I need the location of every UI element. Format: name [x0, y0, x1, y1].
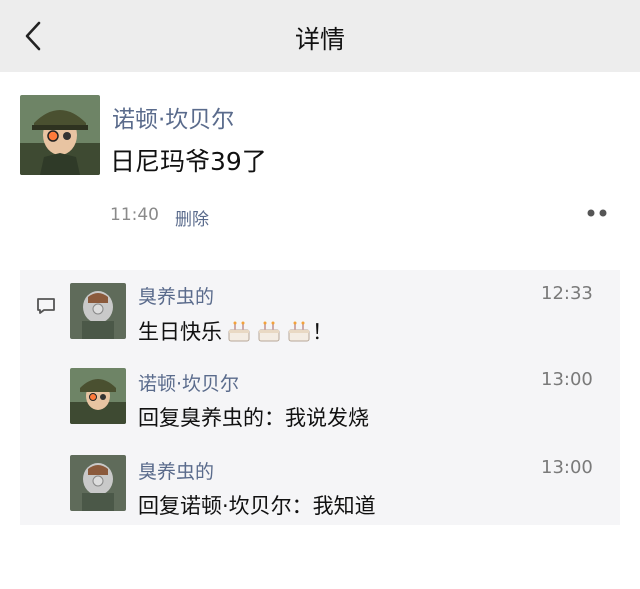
comment-time: 12:33: [541, 283, 593, 304]
comment-avatar[interactable]: [70, 455, 126, 511]
delete-button[interactable]: 删除: [175, 205, 209, 230]
comment-author[interactable]: 诺顿·坎贝尔: [138, 369, 239, 396]
post-author-avatar[interactable]: [20, 95, 100, 175]
comment-text: 回复臭养虫的：我说发烧: [138, 406, 369, 430]
post-text: 日尼玛爷39了: [110, 147, 267, 176]
more-button[interactable]: [582, 202, 612, 224]
top-bar: 详情: [0, 0, 640, 72]
comment-text: 回复诺顿·坎贝尔：我知道: [138, 494, 376, 518]
more-dots-icon: [587, 209, 607, 217]
cake-emoji-icon: [288, 321, 310, 342]
comment-text-body: 生日快乐: [138, 320, 222, 344]
comment-avatar[interactable]: [70, 368, 126, 424]
cake-emoji-icon: [258, 321, 280, 342]
comment-time: 13:00: [541, 369, 593, 390]
comment-time: 13:00: [541, 457, 593, 478]
cake-emoji-icon: [228, 321, 250, 342]
comment-text-suffix: ！: [312, 320, 333, 344]
comment-text: 生日快乐 ！: [138, 316, 333, 346]
post-time: 11:40: [110, 205, 159, 225]
comment-icon: [37, 298, 55, 314]
comment-author[interactable]: 臭养虫的: [138, 282, 214, 309]
page-title: 详情: [294, 25, 345, 54]
post-author-name[interactable]: 诺顿·坎贝尔: [112, 100, 234, 134]
comment-author[interactable]: 臭养虫的: [138, 457, 214, 484]
comment-avatar[interactable]: [70, 283, 126, 339]
